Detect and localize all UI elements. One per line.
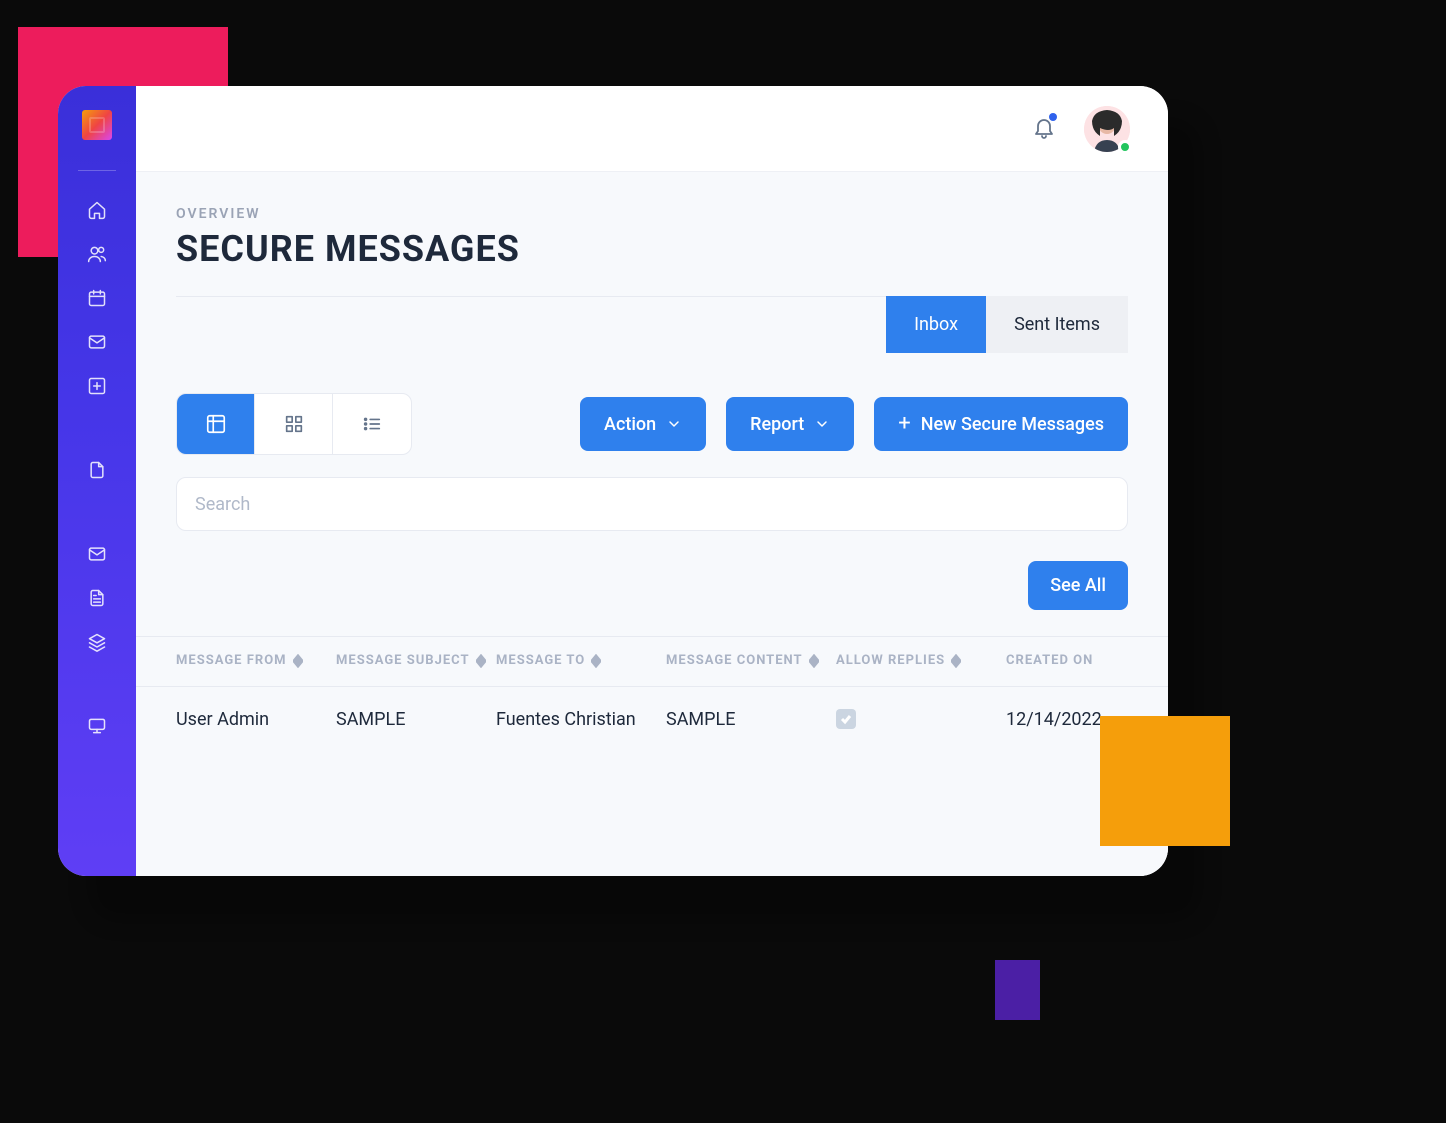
search-wrap xyxy=(136,477,1168,551)
table-row[interactable]: User Admin SAMPLE Fuentes Christian SAMP… xyxy=(136,687,1168,736)
sort-icon xyxy=(591,654,601,668)
cell-allow-replies xyxy=(836,709,1006,730)
user-avatar[interactable] xyxy=(1084,106,1130,152)
view-list-button[interactable] xyxy=(333,394,411,454)
col-message-content[interactable]: MESSAGE CONTENT xyxy=(666,653,836,670)
monitor-icon[interactable] xyxy=(86,715,108,737)
mail-alt-icon[interactable] xyxy=(86,543,108,565)
content: OVERVIEW SECURE MESSAGES Inbox Sent Item… xyxy=(136,172,1168,876)
layers-icon[interactable] xyxy=(86,631,108,653)
plus-icon: + xyxy=(898,413,910,435)
col-message-from[interactable]: MESSAGE FROM xyxy=(176,653,336,670)
new-label: New Secure Messages xyxy=(921,414,1104,435)
decoration-orange xyxy=(1100,716,1230,846)
main: OVERVIEW SECURE MESSAGES Inbox Sent Item… xyxy=(136,86,1168,876)
cell-subject: SAMPLE xyxy=(336,709,496,730)
chevron-down-icon xyxy=(666,416,682,432)
tab-sent-items[interactable]: Sent Items xyxy=(986,296,1128,353)
col-created-on[interactable]: CREATED ON xyxy=(1006,653,1166,670)
file-icon[interactable] xyxy=(86,459,108,481)
calendar-icon[interactable] xyxy=(86,287,108,309)
action-label: Action xyxy=(604,414,656,435)
grid-icon xyxy=(283,413,305,435)
view-grid-button[interactable] xyxy=(255,394,333,454)
cell-to: Fuentes Christian xyxy=(496,709,666,730)
home-icon[interactable] xyxy=(86,199,108,221)
cell-content: SAMPLE xyxy=(666,709,836,730)
tabs-row: Inbox Sent Items xyxy=(136,296,1168,353)
notification-dot-icon xyxy=(1049,113,1057,121)
page-title: SECURE MESSAGES xyxy=(136,222,1168,296)
chevron-down-icon xyxy=(814,416,830,432)
sidebar xyxy=(58,86,136,876)
checkbox-checked-icon xyxy=(836,709,856,729)
report-dropdown[interactable]: Report xyxy=(726,397,854,451)
col-message-to[interactable]: MESSAGE TO xyxy=(496,653,666,670)
table-icon xyxy=(205,413,227,435)
overview-label: OVERVIEW xyxy=(136,206,1168,222)
toolbar-actions: Action Report + New Secure Messages xyxy=(580,397,1128,451)
see-all-row: See All xyxy=(136,551,1168,636)
see-all-button[interactable]: See All xyxy=(1028,561,1128,610)
messages-table: MESSAGE FROM MESSAGE SUBJECT MESSAGE TO … xyxy=(136,636,1168,736)
decoration-purple xyxy=(995,960,1040,1020)
mail-icon[interactable] xyxy=(86,331,108,353)
toolbar: Action Report + New Secure Messages xyxy=(136,353,1168,477)
col-allow-replies[interactable]: ALLOW REPLIES xyxy=(836,653,1006,670)
search-input[interactable] xyxy=(176,477,1128,531)
col-message-subject[interactable]: MESSAGE SUBJECT xyxy=(336,653,496,670)
topbar xyxy=(136,86,1168,172)
new-secure-message-button[interactable]: + New Secure Messages xyxy=(874,397,1128,451)
sidebar-divider xyxy=(78,170,116,171)
file-text-icon[interactable] xyxy=(86,587,108,609)
users-icon[interactable] xyxy=(86,243,108,265)
sort-icon xyxy=(293,654,303,668)
table-header: MESSAGE FROM MESSAGE SUBJECT MESSAGE TO … xyxy=(136,636,1168,687)
cell-from: User Admin xyxy=(176,709,336,730)
report-label: Report xyxy=(750,414,804,435)
view-table-button[interactable] xyxy=(177,394,255,454)
list-icon xyxy=(361,413,383,435)
view-switch xyxy=(176,393,412,455)
tab-inbox[interactable]: Inbox xyxy=(886,296,986,353)
app-logo[interactable] xyxy=(82,110,112,140)
notifications-button[interactable] xyxy=(1032,115,1056,143)
action-dropdown[interactable]: Action xyxy=(580,397,706,451)
tabs: Inbox Sent Items xyxy=(886,296,1128,353)
app-window: OVERVIEW SECURE MESSAGES Inbox Sent Item… xyxy=(58,86,1168,876)
sort-icon xyxy=(809,654,819,668)
sort-icon xyxy=(951,654,961,668)
plus-square-icon[interactable] xyxy=(86,375,108,397)
sort-icon xyxy=(476,654,486,668)
online-status-icon xyxy=(1118,140,1132,154)
